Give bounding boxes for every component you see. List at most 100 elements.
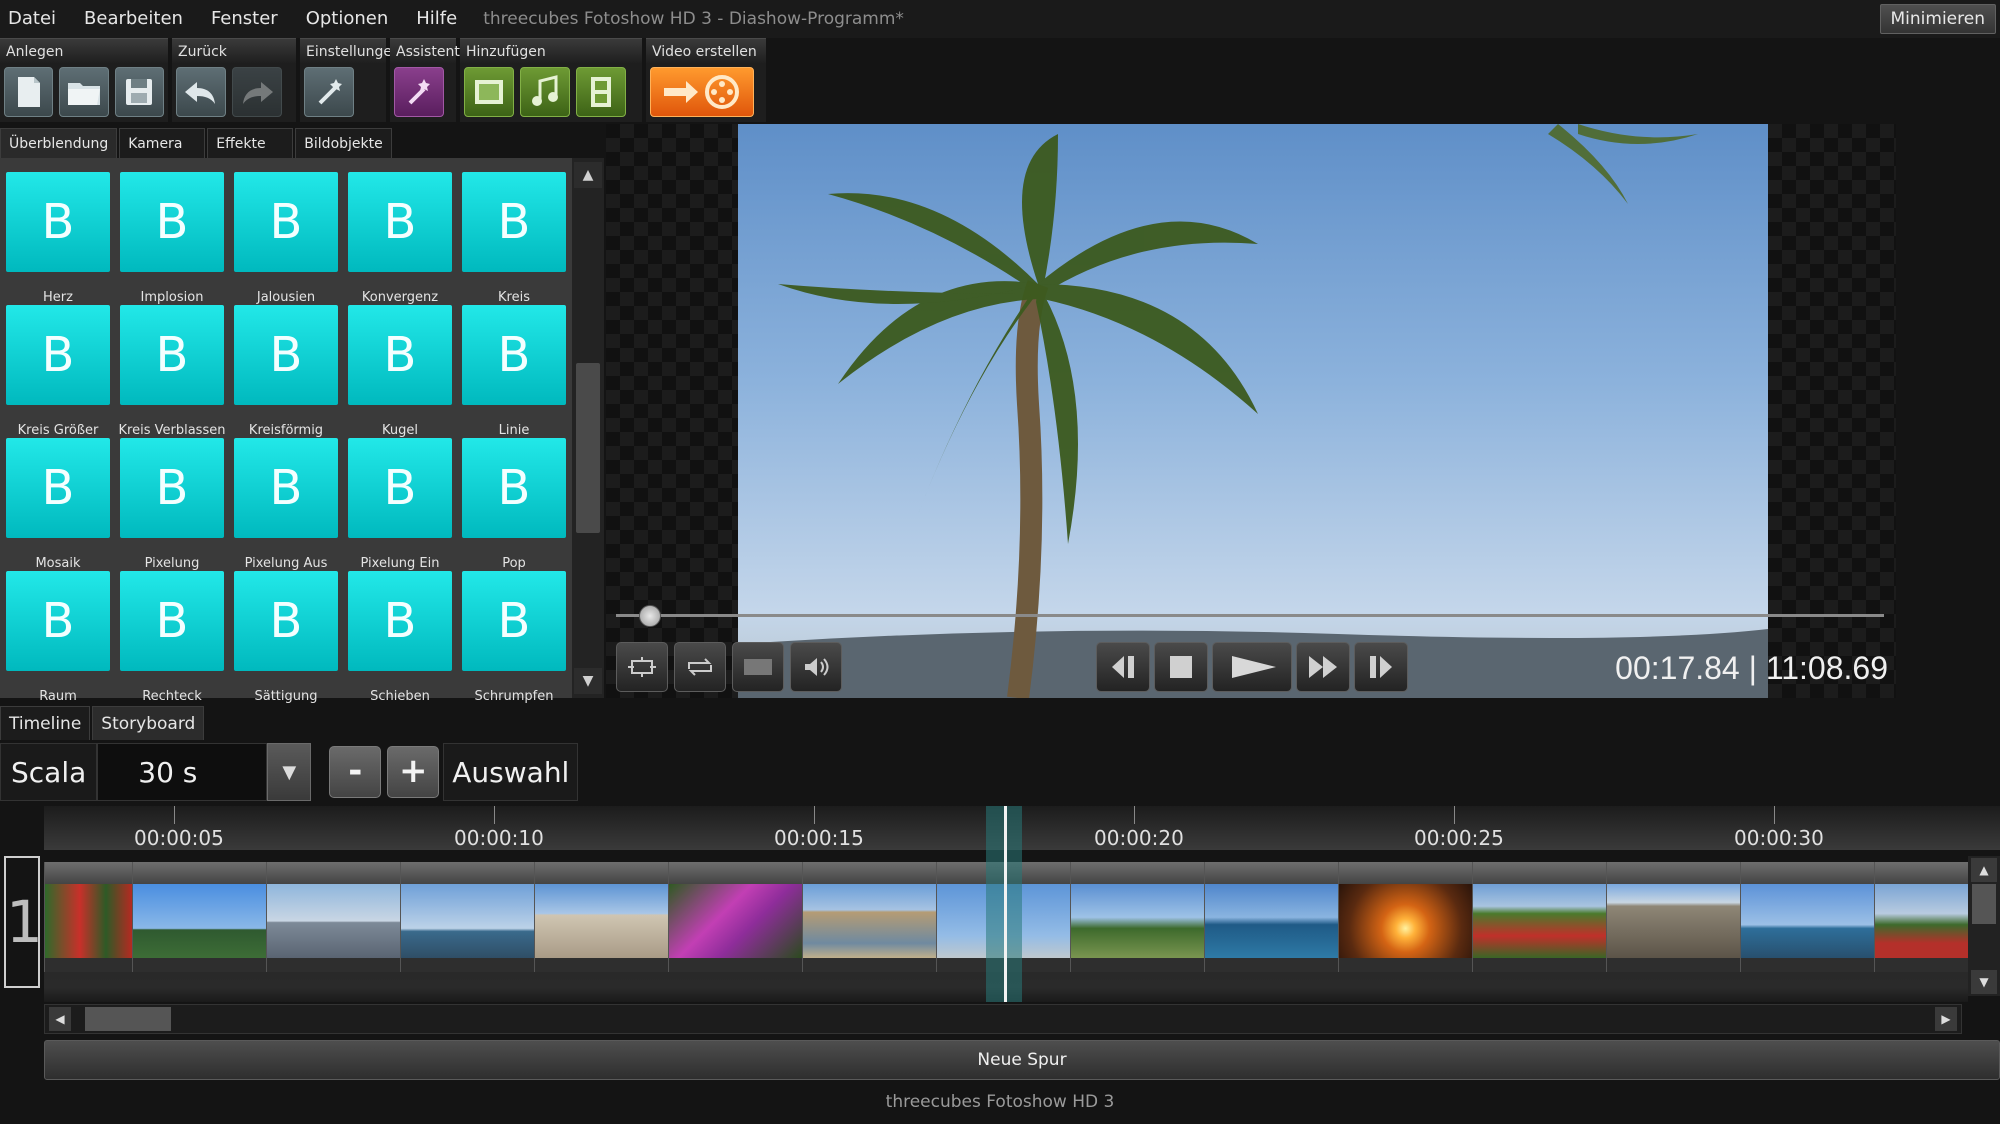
tab-storyboard[interactable]: Storyboard: [92, 706, 205, 740]
undo-button[interactable]: [176, 67, 226, 117]
timeline-horizontal-scrollbar[interactable]: ◀ ▶: [44, 1004, 1962, 1034]
zoom-out-button[interactable]: -: [329, 746, 382, 798]
photo-clip[interactable]: [44, 862, 132, 972]
effect-tile[interactable]: B Kugel: [348, 305, 452, 438]
effect-tile[interactable]: B Kreis Größer: [6, 305, 110, 438]
clip-thumbnail: [669, 884, 802, 958]
scroll-right-arrow-icon[interactable]: ▶: [1935, 1007, 1957, 1031]
next-button[interactable]: [1354, 642, 1408, 692]
photo-clip[interactable]: [1070, 862, 1204, 972]
effect-tile[interactable]: B Linie: [462, 305, 566, 438]
scroll-thumb[interactable]: [576, 363, 600, 533]
effect-label: Rechteck: [142, 689, 202, 704]
scroll-thumb[interactable]: [1972, 884, 1996, 924]
add-music-button[interactable]: [520, 67, 570, 117]
scroll-thumb[interactable]: [85, 1007, 171, 1031]
toolbar-group-zurueck: Zurück: [172, 38, 296, 122]
menu-fenster[interactable]: Fenster: [197, 0, 292, 38]
previous-button[interactable]: [1096, 642, 1150, 692]
photo-clip[interactable]: [1472, 862, 1606, 972]
clip-thumbnail: [133, 884, 266, 958]
stop-button[interactable]: [1154, 642, 1208, 692]
loop-button[interactable]: [674, 642, 726, 692]
scroll-up-arrow-icon[interactable]: ▲: [1971, 858, 1997, 882]
seek-bar[interactable]: [616, 614, 1884, 617]
open-project-button[interactable]: [59, 67, 109, 117]
effect-tile[interactable]: B Herz: [6, 172, 110, 305]
photo-clip[interactable]: [534, 862, 668, 972]
clip-header: [45, 862, 132, 884]
scroll-down-arrow-icon[interactable]: ▼: [574, 668, 602, 694]
play-button[interactable]: [1212, 642, 1292, 692]
scale-select[interactable]: 30 s: [97, 743, 268, 801]
effect-thumbnail: B: [348, 172, 452, 272]
new-track-button[interactable]: Neue Spur: [44, 1040, 2000, 1080]
playhead[interactable]: [1004, 806, 1007, 1002]
fit-view-button[interactable]: [616, 642, 668, 692]
scroll-left-arrow-icon[interactable]: ◀: [49, 1007, 71, 1031]
effect-tile[interactable]: B Rechteck: [120, 571, 224, 704]
photo-clip[interactable]: [132, 862, 266, 972]
tab-bildobjekte[interactable]: Bildobjekte: [295, 128, 392, 158]
effect-tile[interactable]: B Pixelung Aus: [234, 438, 338, 571]
clip-header: [1205, 862, 1338, 884]
add-image-button[interactable]: [464, 67, 514, 117]
add-video-button[interactable]: [576, 67, 626, 117]
effect-tile[interactable]: B Kreis: [462, 172, 566, 305]
clip-footer: [1741, 958, 1874, 972]
effect-tile[interactable]: B Pixelung Ein: [348, 438, 452, 571]
clip-thumbnail: [1607, 884, 1740, 958]
scroll-up-arrow-icon[interactable]: ▲: [574, 162, 602, 188]
tab-ueberblendung[interactable]: Überblendung: [0, 128, 118, 158]
minimize-button[interactable]: Minimieren: [1879, 4, 1996, 34]
effect-tile[interactable]: B Konvergenz: [348, 172, 452, 305]
assistant-button[interactable]: [394, 67, 444, 117]
effect-tile[interactable]: B Kreisförmig: [234, 305, 338, 438]
selection-button[interactable]: Auswahl: [443, 743, 579, 801]
tab-kamera[interactable]: Kamera: [119, 128, 206, 158]
effect-tile[interactable]: B Mosaik: [6, 438, 110, 571]
photo-clip[interactable]: [400, 862, 534, 972]
photo-clip[interactable]: [1740, 862, 1874, 972]
settings-button[interactable]: [304, 67, 354, 117]
volume-button[interactable]: [790, 642, 842, 692]
photo-clip[interactable]: [1338, 862, 1472, 972]
scroll-down-arrow-icon[interactable]: ▼: [1971, 970, 1997, 994]
menu-bearbeiten[interactable]: Bearbeiten: [70, 0, 197, 38]
effect-tile[interactable]: B Pixelung: [120, 438, 224, 571]
redo-icon: [243, 82, 273, 104]
tab-timeline[interactable]: Timeline: [0, 706, 91, 740]
toolbar-group-assistent: Assistent: [390, 38, 460, 122]
effect-tile[interactable]: B Jalousien: [234, 172, 338, 305]
save-project-button[interactable]: [114, 67, 164, 117]
photo-clip[interactable]: [1874, 862, 1968, 972]
create-video-button[interactable]: [650, 67, 754, 117]
effect-tile[interactable]: B Pop: [462, 438, 566, 571]
effect-tile[interactable]: B Kreis Verblassen: [119, 305, 225, 438]
photo-clip[interactable]: [668, 862, 802, 972]
effect-thumbnail: B: [234, 571, 338, 671]
photo-clip[interactable]: [266, 862, 400, 972]
menu-hilfe[interactable]: Hilfe: [402, 0, 471, 38]
track-scrollbar[interactable]: ▲ ▼: [1968, 856, 2000, 996]
effect-tile[interactable]: B Implosion: [120, 172, 224, 305]
tab-effekte[interactable]: Effekte: [207, 128, 294, 158]
photo-clip[interactable]: [1204, 862, 1338, 972]
redo-button[interactable]: [232, 67, 282, 117]
effect-tile[interactable]: B Schrumpfen: [462, 571, 566, 704]
fast-forward-button[interactable]: [1296, 642, 1350, 692]
photo-clip[interactable]: [1606, 862, 1740, 972]
effect-tile[interactable]: B Schieben: [348, 571, 452, 704]
photo-clip[interactable]: [802, 862, 936, 972]
new-project-button[interactable]: [4, 67, 54, 117]
effect-label: Kreis Verblassen: [118, 423, 226, 438]
timeline-ruler[interactable]: 00:00:05 00:00:10 00:00:15 00:00:20 00:00:25…: [44, 806, 2000, 850]
chevron-down-icon[interactable]: ▼: [267, 743, 312, 801]
fullscreen-button[interactable]: [732, 642, 784, 692]
menu-datei[interactable]: Datei: [0, 0, 70, 38]
zoom-in-button[interactable]: +: [387, 746, 440, 798]
effect-tile[interactable]: B Sättigung: [234, 571, 338, 704]
menu-optionen[interactable]: Optionen: [292, 0, 403, 38]
effects-scrollbar[interactable]: ▲ ▼: [572, 158, 604, 698]
effect-tile[interactable]: B Raum: [6, 571, 110, 704]
